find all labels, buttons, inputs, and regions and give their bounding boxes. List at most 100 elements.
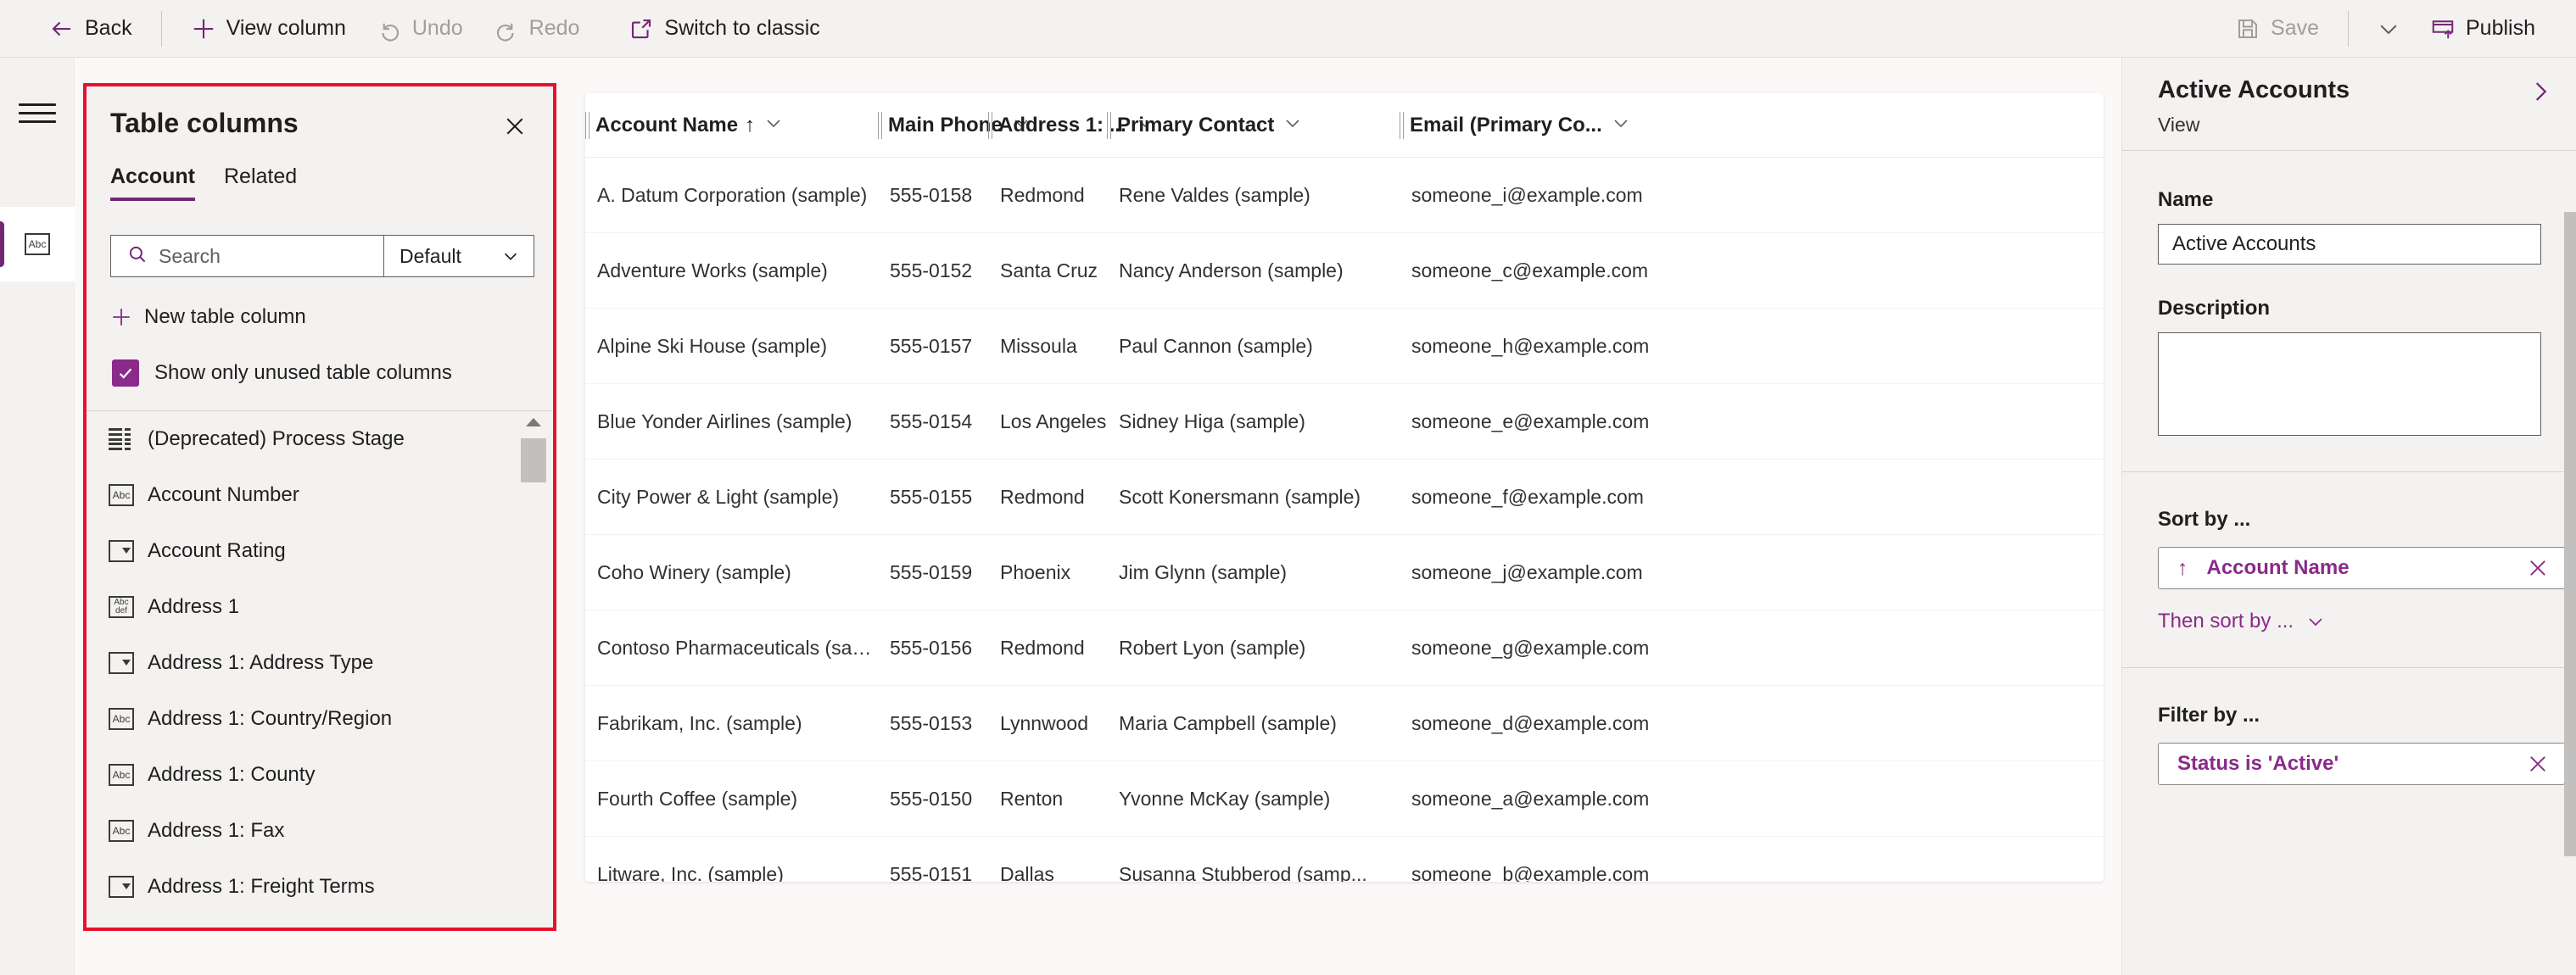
- table-column-list-item[interactable]: (Deprecated) Process Stage: [87, 411, 553, 467]
- grid-column-header[interactable]: Main Phone: [878, 93, 1028, 157]
- table-columns-scrollbar[interactable]: [519, 411, 548, 921]
- table-column-list-item[interactable]: 123Address 1: Latitude: [87, 915, 553, 928]
- left-rail: Abc: [0, 58, 75, 975]
- then-sort-by-button[interactable]: Then sort by ...: [2158, 610, 2540, 633]
- table-cell: 555-0155: [890, 485, 973, 508]
- publish-button[interactable]: Publish: [2415, 8, 2551, 49]
- table-row[interactable]: Fourth Coffee (sample) 555-0150 Renton Yvon…: [585, 761, 2104, 837]
- redo-button-label: Redo: [528, 16, 580, 40]
- text-icon: Abc: [109, 820, 134, 842]
- table-column-list-item[interactable]: Account Rating: [87, 523, 553, 579]
- back-button[interactable]: Back: [34, 8, 148, 49]
- table-row[interactable]: Coho Winery (sample) 555-0159 Phoenix Jim G…: [585, 535, 2104, 610]
- table-cell: 555-0156: [890, 636, 973, 659]
- sort-token-label: Account Name: [2206, 556, 2350, 579]
- undo-icon: [377, 16, 402, 42]
- grid-column-header[interactable]: Account Name ↑: [585, 93, 878, 157]
- table-cell: someone_c@example.com: [1411, 259, 1649, 281]
- remove-filter-icon[interactable]: [2525, 751, 2551, 777]
- grid-column-header-label: Primary Contact: [1117, 113, 1275, 136]
- table-cell: Redmond: [1000, 183, 1085, 206]
- tab-account[interactable]: Account: [110, 164, 195, 201]
- scrollbar-thumb[interactable]: [521, 438, 546, 482]
- switch-to-classic-button[interactable]: Switch to classic: [613, 8, 835, 49]
- properties-subtitle: View: [2158, 114, 2200, 136]
- table-column-list-item[interactable]: Abc Address 1: Country/Region: [87, 691, 553, 747]
- table-column-list-item-label: Account Rating: [148, 539, 286, 562]
- redo-icon: [494, 16, 519, 42]
- table-row[interactable]: Contoso Pharmaceuticals (sample) 555-0156…: [585, 610, 2104, 686]
- redo-button[interactable]: Redo: [478, 8, 595, 49]
- open-external-icon: [629, 16, 654, 42]
- close-icon[interactable]: [499, 110, 531, 142]
- table-column-list-item[interactable]: Address 1: Address Type: [87, 635, 553, 691]
- table-cell: Contoso Pharmaceuticals (sample): [597, 636, 878, 659]
- remove-sort-icon[interactable]: [2525, 555, 2551, 581]
- table-cell: Los Angeles: [1000, 410, 1107, 432]
- rail-item-columns[interactable]: Abc: [0, 207, 75, 281]
- table-column-list-item[interactable]: Abc def Address 1: [87, 579, 553, 635]
- table-cell: Missoula: [1000, 334, 1077, 357]
- table-cell: 555-0152: [890, 259, 973, 281]
- table-row[interactable]: Blue Yonder Airlines (sample) 555-0154 Los…: [585, 384, 2104, 460]
- show-unused-label: Show only unused table columns: [154, 361, 452, 384]
- view-column-button[interactable]: View column: [176, 8, 361, 49]
- grid-column-header[interactable]: Primary Contact: [1107, 93, 1400, 157]
- name-field[interactable]: Active Accounts: [2158, 224, 2541, 265]
- table-column-list-item[interactable]: Address 1: Freight Terms: [87, 859, 553, 915]
- table-cell: Yvonne McKay (sample): [1119, 787, 1331, 810]
- table-column-list-item[interactable]: Abc Account Number: [87, 467, 553, 523]
- optionset-icon: [109, 876, 134, 898]
- grid-column-header[interactable]: Email (Primary Co...: [1400, 93, 1739, 157]
- table-row[interactable]: A. Datum Corporation (sample) 555-0158 Red…: [585, 158, 2104, 233]
- table-column-list-item-label: Address 1: Freight Terms: [148, 875, 375, 898]
- table-row[interactable]: Alpine Ski House (sample) 555-0157 Missoul…: [585, 309, 2104, 384]
- data-grid: Account Name ↑ Main Phone Address 1: ... Pri…: [585, 93, 2104, 882]
- table-column-list-item[interactable]: Abc Address 1: County: [87, 747, 553, 803]
- chevron-down-icon[interactable]: [1611, 113, 1631, 137]
- description-field[interactable]: [2158, 332, 2541, 436]
- save-options-button[interactable]: [2362, 8, 2415, 49]
- new-table-column-label: New table column: [144, 305, 306, 328]
- table-row[interactable]: Fabrikam, Inc. (sample) 555-0153 Lynnwood M…: [585, 686, 2104, 761]
- chevron-down-icon[interactable]: [1282, 113, 1303, 137]
- properties-scrollbar[interactable]: [2564, 212, 2576, 856]
- tab-related[interactable]: Related: [224, 164, 297, 201]
- filter-token-status-active[interactable]: Status is 'Active': [2158, 743, 2565, 785]
- column-filter-select[interactable]: Default: [384, 236, 534, 276]
- search-input[interactable]: [159, 244, 384, 268]
- table-cell: A. Datum Corporation (sample): [597, 183, 868, 206]
- table-column-list-item-label: Address 1: [148, 595, 240, 618]
- table-row[interactable]: Adventure Works (sample) 555-0152 Santa Cr…: [585, 233, 2104, 309]
- grid-column-header[interactable]: Address 1: ...: [988, 93, 1152, 157]
- table-cell: Sidney Higa (sample): [1119, 410, 1305, 432]
- table-cell: someone_h@example.com: [1411, 334, 1650, 357]
- publish-icon: [2430, 16, 2456, 42]
- chevron-down-icon[interactable]: [763, 113, 784, 137]
- chevron-right-icon[interactable]: [2525, 76, 2556, 107]
- table-cell: someone_f@example.com: [1411, 485, 1644, 508]
- table-column-list-item-label: (Deprecated) Process Stage: [148, 427, 405, 450]
- name-label: Name: [2158, 188, 2214, 211]
- table-columns-list[interactable]: (Deprecated) Process Stage Abc Account Num…: [87, 411, 553, 928]
- chevron-down-icon: [501, 247, 520, 265]
- table-row[interactable]: City Power & Light (sample) 555-0155 Redmo…: [585, 460, 2104, 535]
- undo-button[interactable]: Undo: [361, 8, 478, 49]
- table-columns-title: Table columns: [110, 108, 299, 138]
- save-button[interactable]: Save: [2220, 8, 2334, 49]
- scroll-up-arrow-icon[interactable]: [526, 418, 541, 426]
- table-cell: 555-0151: [890, 862, 973, 883]
- grid-column-header-label: Account Name: [595, 113, 739, 136]
- show-unused-checkbox[interactable]: Show only unused table columns: [112, 359, 452, 387]
- grid-column-header-label: Email (Primary Co...: [1410, 113, 1602, 136]
- sort-token-account-name[interactable]: ↑ Account Name: [2158, 547, 2565, 589]
- table-column-list-item-label: Address 1: Fax: [148, 819, 285, 842]
- search-box[interactable]: [111, 236, 384, 276]
- table-cell: Dallas: [1000, 862, 1054, 883]
- table-column-list-item[interactable]: Abc Address 1: Fax: [87, 803, 553, 859]
- new-table-column-button[interactable]: New table column: [110, 298, 306, 336]
- hamburger-icon[interactable]: [19, 96, 56, 130]
- plus-icon: [110, 306, 132, 328]
- table-row[interactable]: Litware, Inc. (sample) 555-0151 Dallas Susa…: [585, 837, 2104, 883]
- sort-ascending-icon: ↑: [2177, 555, 2188, 580]
